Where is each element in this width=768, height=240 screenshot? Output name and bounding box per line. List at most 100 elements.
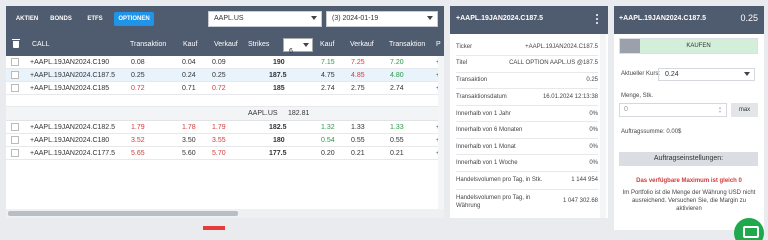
quantity-input[interactable]: 0 ▲ ▼: [619, 103, 727, 117]
symbol-select[interactable]: AAPL.US: [208, 11, 322, 27]
table-row[interactable]: +AAPL.19JAN2024.C190 0.08 0.04 0.09 190 …: [6, 56, 440, 69]
warning-title: Das verfügbare Maximum ist gleich 0: [636, 178, 742, 184]
row-checkbox[interactable]: [11, 71, 19, 79]
underlying-price-row: AAPL.US 182.81: [6, 107, 438, 121]
table-row[interactable]: +AAPL.19JAN2024.C180 3.52 3.50 3.55 180 …: [6, 134, 440, 147]
order-settings-button[interactable]: Auftragseinstellungen:: [619, 152, 758, 166]
chain-toolbar: AKTIEN BONDS ETFS OPTIONEN AAPL.US (3) 2…: [6, 6, 444, 34]
chain-header: CALL Transaktion Kauf Verkauf Strikes 6 …: [6, 34, 444, 56]
row-checkbox[interactable]: [11, 84, 19, 92]
trash-icon[interactable]: [12, 39, 20, 48]
scrollbar-thumb[interactable]: [8, 211, 238, 216]
detail-key: Transaktion: [456, 77, 488, 83]
verkauf-value: 3.55: [212, 137, 226, 144]
option-ticker: +AAPL.19JAN2024.C187.5: [30, 72, 116, 79]
row-checkbox[interactable]: [11, 123, 19, 131]
order-sum: Auftragssumme: 0.00$: [621, 129, 682, 135]
detail-key: Handelsvolumen pro Tag, in Währung: [456, 195, 531, 209]
tab-etfs[interactable]: ETFS: [82, 12, 108, 26]
transaktion-value: 3.52: [131, 137, 145, 144]
chevron-down-icon: [744, 72, 750, 76]
col-kauf: Kauf: [183, 41, 198, 48]
kauf-put-value: 4.75: [321, 72, 335, 79]
underlying-name: AAPL.US: [248, 110, 278, 117]
detail-value: 1 047 302.68: [562, 198, 598, 204]
more-menu-icon[interactable]: [596, 14, 598, 24]
detail-value: 0.25: [586, 77, 598, 83]
row-checkbox[interactable]: [11, 136, 19, 144]
vertical-scrollbar[interactable]: [438, 56, 444, 209]
tab-optionen[interactable]: OPTIONEN: [114, 12, 154, 26]
kauf-value: 0.24: [182, 72, 196, 79]
kurs-label: Aktueller Kurs:: [621, 71, 661, 77]
transaktion-value: 5.65: [131, 150, 145, 157]
strikes-count-select[interactable]: 6: [283, 38, 313, 55]
detail-value: 0%: [589, 127, 598, 133]
transaktion-put-value: 2.74: [390, 85, 404, 92]
max-button[interactable]: max: [731, 103, 758, 117]
col-kauf-put: Kauf: [320, 41, 335, 48]
trading-screen: AKTIEN BONDS ETFS OPTIONEN AAPL.US (3) 2…: [0, 0, 768, 240]
transaktion-put-value: 4.80: [390, 72, 404, 79]
verkauf-put-value: 7.25: [351, 59, 365, 66]
strike-value: 190: [273, 59, 285, 66]
transaktion-put-value: 7.20: [390, 59, 404, 66]
tab-bonds[interactable]: BONDS: [46, 12, 76, 26]
order-price: 0.25: [740, 13, 758, 23]
transaktion-value: 0.25: [131, 72, 145, 79]
tab-aktien[interactable]: AKTIEN: [12, 12, 42, 26]
order-title: +AAPL.19JAN2024.C187.5: [619, 15, 706, 22]
detail-value: 0%: [589, 160, 598, 166]
col-strikes: Strikes: [248, 41, 270, 48]
option-ticker: +AAPL.19JAN2024.C182.5: [30, 124, 116, 131]
order-panel: +AAPL.19JAN2024.C187.5 0.25 KAUFEN Aktue…: [614, 6, 764, 230]
table-row[interactable]: +AAPL.19JAN2024.C182.5 1.79 1.78 1.79 18…: [6, 121, 440, 134]
kauf-put-value: 2.74: [321, 85, 335, 92]
sell-toggle-option[interactable]: [620, 39, 640, 53]
row-checkbox[interactable]: [11, 58, 19, 66]
option-ticker: +AAPL.19JAN2024.C185: [30, 85, 110, 92]
verkauf-put-value: 0.21: [351, 150, 365, 157]
warning-text: Im Portfolio ist die Menge der Währung U…: [622, 190, 756, 212]
row-checkbox[interactable]: [11, 149, 19, 157]
quantity-placeholder: 0: [624, 106, 628, 113]
strike-value: 187.5: [269, 72, 287, 79]
option-ticker: +AAPL.19JAN2024.C190: [30, 59, 110, 66]
verkauf-put-value: 1.33: [351, 124, 365, 131]
detail-key: Innerhalb von 6 Monaten: [456, 127, 523, 133]
detail-row: Handelsvolumen pro Tag, in Währung 1 047…: [456, 192, 598, 216]
table-row[interactable]: +AAPL.19JAN2024.C185 0.72 0.71 0.72 185 …: [6, 82, 440, 95]
kauf-value: 0.71: [182, 85, 196, 92]
detail-value: 1 144 954: [571, 177, 598, 183]
kauf-put-value: 0.20: [321, 150, 335, 157]
expiry-date-select[interactable]: (3) 2024-01-19: [326, 11, 438, 27]
detail-key: Handelsvolumen pro Tag, in Stk.: [456, 177, 543, 183]
chat-icon[interactable]: [734, 218, 764, 240]
table-row-spacer: [6, 95, 438, 107]
buy-button[interactable]: KAUFEN: [640, 39, 757, 53]
table-row[interactable]: +AAPL.19JAN2024.C177.5 5.65 5.60 5.70 17…: [6, 147, 440, 160]
buy-sell-toggle[interactable]: KAUFEN: [619, 38, 758, 54]
price-select[interactable]: 0.24: [658, 68, 755, 81]
horizontal-scrollbar[interactable]: [6, 209, 444, 218]
chevron-down-icon: [427, 16, 433, 20]
verkauf-value: 0.25: [212, 72, 226, 79]
stepper-icon[interactable]: ▲ ▼: [718, 106, 723, 114]
transaktion-value: 0.08: [131, 59, 145, 66]
red-indicator: [203, 226, 225, 230]
option-chain-panel: AKTIEN BONDS ETFS OPTIONEN AAPL.US (3) 2…: [6, 6, 444, 218]
order-header: +AAPL.19JAN2024.C187.5 0.25: [614, 6, 764, 34]
verkauf-put-value: 0.55: [351, 137, 365, 144]
table-row[interactable]: +AAPL.19JAN2024.C187.5 0.25 0.24 0.25 18…: [6, 69, 440, 82]
menge-label: Menge, Stk.: [621, 93, 654, 99]
symbol-select-value: AAPL.US: [214, 15, 244, 22]
detail-key: Titel: [456, 60, 468, 66]
transaktion-value: 1.79: [131, 124, 145, 131]
detail-row: Transaktion 0.25: [456, 73, 598, 89]
kauf-value: 5.60: [182, 150, 196, 157]
detail-row: Innerhalb von 1 Woche 0%: [456, 155, 598, 172]
col-put: P: [436, 41, 441, 48]
kauf-value: 0.04: [182, 59, 196, 66]
vertical-scrollbar[interactable]: [600, 34, 606, 218]
strike-value: 182.5: [269, 124, 287, 131]
